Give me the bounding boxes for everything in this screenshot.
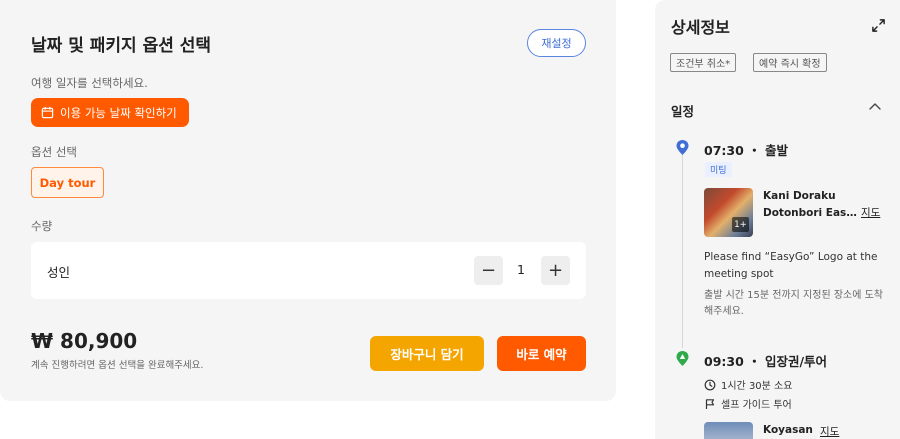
book-now-button[interactable]: 바로 예약 [497, 336, 586, 371]
guide-text: 셀프 가이드 투어 [721, 400, 792, 411]
tag-conditional-cancel: 조건부 취소* [670, 53, 737, 72]
option-label: 옵션 선택 [31, 145, 77, 159]
schedule-title: 일정 [671, 104, 695, 119]
meeting-badge: 미팅 [705, 162, 732, 177]
adult-label: 성인 [47, 265, 71, 280]
quantity-value: 1 [517, 262, 525, 277]
map-link[interactable]: 지도 [861, 205, 880, 220]
total-price: ₩ 80,900 [31, 329, 138, 353]
meeting-instruction-en: Please find “EasyGo” Logo at the meeting… [704, 251, 878, 280]
reset-button[interactable]: 재설정 [527, 29, 586, 57]
duration-text: 1시간 30분 소요 [721, 381, 793, 392]
clock-icon [704, 379, 716, 390]
date-prompt: 여행 일자를 선택하세요. [31, 76, 148, 90]
price-note: 계속 진행하려면 옵션 선택을 완료해주세요. [31, 360, 204, 371]
guide-row: 셀프 가이드 투어 [704, 396, 792, 411]
meeting-place-photo[interactable]: 1+ [704, 188, 753, 237]
quantity-decrement-button[interactable]: − [474, 256, 503, 285]
meeting-instruction-ko: 출발 시간 15분 전까지 지정된 장소에 도착해주세요. [704, 290, 883, 317]
add-to-cart-button[interactable]: 장바구니 담기 [370, 336, 484, 371]
attraction-photo[interactable] [704, 422, 753, 439]
details-panel: 상세정보 조건부 취소* 예약 즉시 확정 일정 07:30 ・ 출발 미팅 1… [655, 0, 900, 439]
timeline-line [682, 152, 683, 348]
flag-icon [705, 398, 715, 409]
quantity-label: 수량 [31, 219, 53, 233]
stop-2-time: 09:30 ・ 입장권/투어 [704, 354, 828, 369]
chevron-up-icon[interactable] [868, 100, 882, 112]
check-dates-button[interactable]: 이용 가능 날짜 확인하기 [31, 98, 189, 127]
check-dates-label: 이용 가능 날짜 확인하기 [60, 105, 177, 120]
details-title: 상세정보 [671, 18, 730, 37]
calendar-icon [41, 106, 54, 119]
booking-title: 날짜 및 패키지 옵션 선택 [31, 36, 212, 56]
place-name-line2: Dotonbori East Branch [763, 207, 857, 219]
tag-instant-confirm: 예약 즉시 확정 [753, 53, 827, 72]
attraction-pin-icon [676, 351, 689, 366]
photo-count-badge: 1+ [732, 217, 749, 232]
place-name-line1: Kani Doraku [763, 190, 836, 202]
map-link-2[interactable]: 지도 [820, 424, 839, 439]
duration-row: 1시간 30분 소요 [704, 377, 792, 392]
meeting-place-name: Kani Doraku Dotonbori East Branch [763, 188, 861, 222]
location-pin-icon [676, 140, 689, 155]
quantity-increment-button[interactable]: + [541, 256, 570, 285]
booking-panel: 날짜 및 패키지 옵션 선택 재설정 여행 일자를 선택하세요. 이용 가능 날… [0, 0, 616, 401]
attraction-place-name: Koyasan [763, 424, 813, 436]
quantity-card: 성인 − 1 + [31, 242, 586, 299]
stop-1-time: 07:30 ・ 출발 [704, 143, 788, 158]
expand-icon[interactable] [871, 18, 886, 33]
option-chip-day-tour[interactable]: Day tour [31, 167, 104, 198]
